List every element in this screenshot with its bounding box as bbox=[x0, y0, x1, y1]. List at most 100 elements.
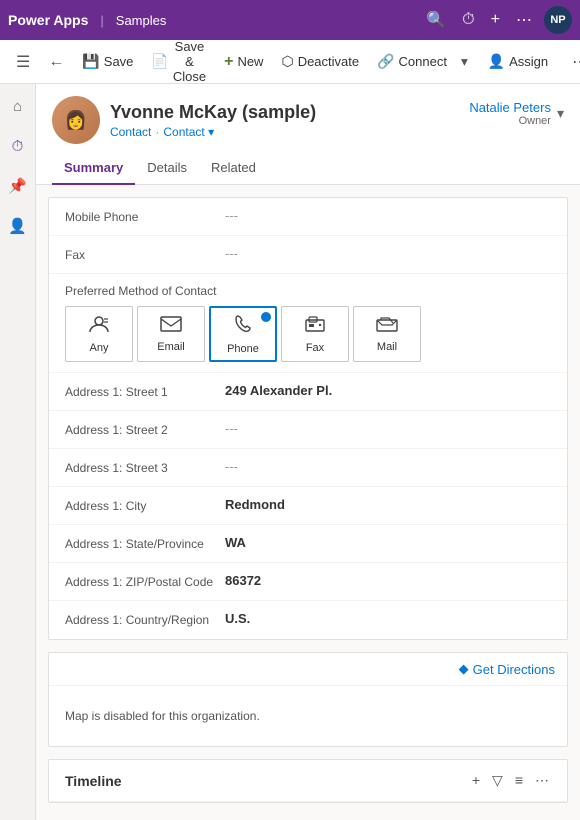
fax-value[interactable]: --- bbox=[225, 246, 551, 261]
save-button[interactable]: 💾 Save bbox=[74, 47, 141, 76]
timeline-filter-icon[interactable]: ▽ bbox=[490, 770, 505, 791]
street3-value[interactable]: --- bbox=[225, 459, 551, 474]
city-row: Address 1: City Redmond bbox=[49, 487, 567, 525]
contact-method-phone[interactable]: Phone bbox=[209, 306, 277, 362]
country-label: Address 1: Country/Region bbox=[65, 611, 225, 627]
top-nav: Power Apps | Samples 🔍 ⏱ + ⋯ NP bbox=[0, 0, 580, 40]
contact-name: Yvonne McKay (sample) bbox=[110, 102, 316, 123]
user-avatar[interactable]: NP bbox=[544, 6, 572, 34]
sidebar-home-icon[interactable]: ⌂ bbox=[4, 92, 32, 120]
avatar: 👩 bbox=[52, 96, 100, 144]
save-close-button[interactable]: 📄 Save & Close bbox=[143, 33, 214, 90]
more-nav-icon[interactable]: ⋯ bbox=[512, 6, 536, 34]
contact-info: Yvonne McKay (sample) Contact · Contact … bbox=[110, 102, 316, 139]
directions-icon: ◆ bbox=[459, 661, 469, 677]
tabs-bar: Summary Details Related bbox=[36, 144, 580, 185]
recent-icon[interactable]: ⏱ bbox=[458, 7, 478, 33]
mobile-phone-label: Mobile Phone bbox=[65, 208, 225, 224]
contact-method-email[interactable]: Email bbox=[137, 306, 205, 362]
map-disabled-message: Map is disabled for this organization. bbox=[65, 709, 260, 723]
fax-label: Fax bbox=[65, 246, 225, 262]
command-bar: ☰ ← 💾 Save 📄 Save & Close + New ⬡ Deacti… bbox=[0, 40, 580, 84]
street2-row: Address 1: Street 2 --- bbox=[49, 411, 567, 449]
assign-button[interactable]: 👤 Assign bbox=[480, 47, 556, 76]
sidebar-user-icon[interactable]: 👤 bbox=[4, 212, 32, 240]
contact-method-mail[interactable]: Mail bbox=[353, 306, 421, 362]
preferred-contact-row: Preferred Method of Contact bbox=[49, 274, 567, 373]
timeline-add-icon[interactable]: + bbox=[470, 770, 482, 791]
nav-divider: | bbox=[100, 13, 103, 28]
country-value[interactable]: U.S. bbox=[225, 611, 551, 626]
city-label: Address 1: City bbox=[65, 497, 225, 513]
timeline-section: Timeline + ▽ ≡ ⋯ bbox=[48, 759, 568, 803]
map-body: Map is disabled for this organization. bbox=[49, 686, 567, 746]
contact-form-section: Mobile Phone --- Fax --- Preferred Metho… bbox=[48, 197, 568, 640]
contact-right: Natalie Peters Owner ▾ bbox=[469, 100, 564, 127]
save-close-icon: 📄 bbox=[151, 53, 168, 70]
phone-label: Phone bbox=[227, 343, 259, 355]
hamburger-menu-button[interactable]: ☰ bbox=[8, 46, 38, 78]
connect-chevron-button[interactable]: ▾ bbox=[457, 48, 472, 76]
timeline-sort-icon[interactable]: ≡ bbox=[513, 770, 525, 791]
tab-details[interactable]: Details bbox=[135, 152, 199, 185]
nav-section: Samples bbox=[116, 13, 167, 28]
new-button[interactable]: + New bbox=[216, 47, 271, 77]
country-row: Address 1: Country/Region U.S. bbox=[49, 601, 567, 639]
search-icon[interactable]: 🔍 bbox=[422, 6, 450, 34]
sidebar-recent-icon[interactable]: ⏱ bbox=[4, 132, 32, 160]
connect-button[interactable]: 🔗 Connect bbox=[369, 47, 455, 76]
breadcrumb-chevron-icon: ▾ bbox=[208, 125, 214, 139]
street1-row: Address 1: Street 1 249 Alexander Pl. bbox=[49, 373, 567, 411]
timeline-more-icon[interactable]: ⋯ bbox=[533, 770, 551, 791]
zip-label: Address 1: ZIP/Postal Code bbox=[65, 573, 225, 589]
breadcrumb-contact-type[interactable]: Contact bbox=[110, 125, 151, 139]
sidebar-pinned-icon[interactable]: 📌 bbox=[4, 172, 32, 200]
more-commands-button[interactable]: ⋯ bbox=[564, 46, 580, 78]
timeline-header: Timeline + ▽ ≡ ⋯ bbox=[49, 760, 567, 802]
new-icon[interactable]: + bbox=[487, 7, 504, 33]
contact-method-any[interactable]: Any bbox=[65, 306, 133, 362]
back-button[interactable]: ← bbox=[40, 47, 72, 77]
owner-label: Owner bbox=[469, 115, 551, 127]
preferred-contact-label: Preferred Method of Contact bbox=[65, 284, 551, 298]
owner-name[interactable]: Natalie Peters bbox=[469, 100, 551, 115]
app-name: Power Apps bbox=[8, 12, 88, 28]
email-method-icon bbox=[160, 316, 182, 337]
owner-info: Natalie Peters Owner bbox=[469, 100, 551, 127]
email-label: Email bbox=[157, 341, 185, 353]
mobile-phone-value[interactable]: --- bbox=[225, 208, 551, 223]
map-section: ◆ Get Directions Map is disabled for thi… bbox=[48, 652, 568, 747]
state-value[interactable]: WA bbox=[225, 535, 551, 550]
zip-value[interactable]: 86372 bbox=[225, 573, 551, 588]
contact-method-fax[interactable]: Fax bbox=[281, 306, 349, 362]
deactivate-button[interactable]: ⬡ Deactivate bbox=[273, 47, 367, 76]
street3-label: Address 1: Street 3 bbox=[65, 459, 225, 475]
street1-value[interactable]: 249 Alexander Pl. bbox=[225, 383, 551, 398]
tab-related[interactable]: Related bbox=[199, 152, 268, 185]
state-row: Address 1: State/Province WA bbox=[49, 525, 567, 563]
mail-label: Mail bbox=[377, 341, 397, 353]
any-method-icon bbox=[88, 315, 110, 338]
street2-value[interactable]: --- bbox=[225, 421, 551, 436]
city-value[interactable]: Redmond bbox=[225, 497, 551, 512]
left-sidebar: ⌂ ⏱ 📌 👤 bbox=[0, 84, 36, 820]
fax-row: Fax --- bbox=[49, 236, 567, 274]
selected-radio-dot bbox=[261, 312, 271, 322]
street3-row: Address 1: Street 3 --- bbox=[49, 449, 567, 487]
owner-chevron-icon[interactable]: ▾ bbox=[557, 105, 564, 122]
save-icon: 💾 bbox=[82, 53, 99, 70]
get-directions-button[interactable]: ◆ Get Directions bbox=[459, 661, 555, 677]
timeline-actions: + ▽ ≡ ⋯ bbox=[470, 770, 551, 791]
plus-icon: + bbox=[224, 53, 233, 71]
breadcrumb: Contact · Contact ▾ bbox=[110, 125, 316, 139]
fax-method-icon bbox=[304, 315, 326, 338]
mobile-phone-row: Mobile Phone --- bbox=[49, 198, 567, 236]
tab-summary[interactable]: Summary bbox=[52, 152, 135, 185]
contact-left: 👩 Yvonne McKay (sample) Contact · Contac… bbox=[52, 96, 316, 144]
avatar-image: 👩 bbox=[52, 96, 100, 144]
street1-label: Address 1: Street 1 bbox=[65, 383, 225, 399]
street2-label: Address 1: Street 2 bbox=[65, 421, 225, 437]
form-area: Mobile Phone --- Fax --- Preferred Metho… bbox=[36, 185, 580, 820]
contact-method-options: Any Email bbox=[65, 306, 551, 362]
breadcrumb-contact-parent[interactable]: Contact ▾ bbox=[163, 125, 214, 139]
